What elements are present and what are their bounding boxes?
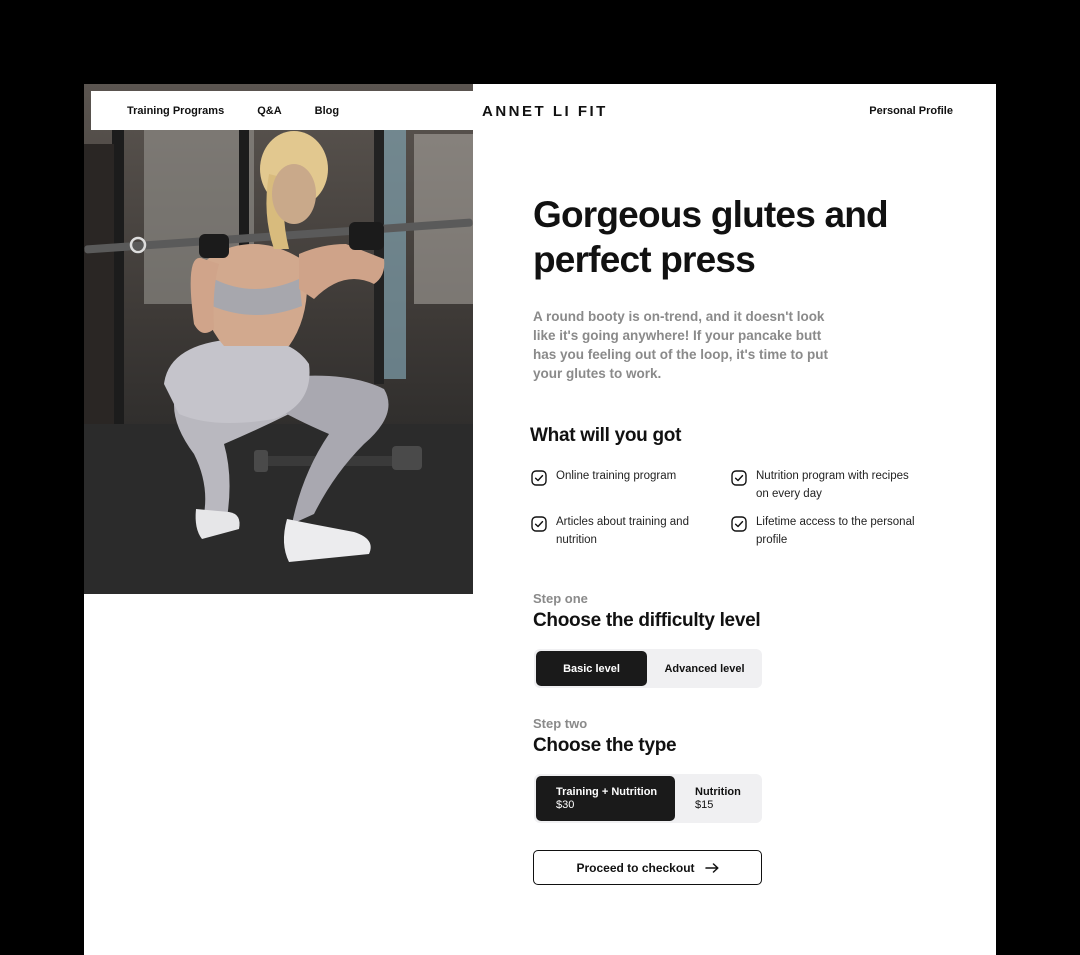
feature-text: Nutrition program with recipes on every … — [756, 470, 909, 500]
proceed-to-checkout-button[interactable]: Proceed to checkout — [533, 850, 762, 885]
personal-profile-link[interactable]: Personal Profile — [869, 105, 953, 117]
feature-item: Nutrition program with recipes on every … — [731, 468, 921, 503]
nav-link-blog[interactable]: Blog — [315, 105, 339, 117]
option-price: $15 — [695, 799, 714, 811]
difficulty-selector: Basic level Advanced level — [534, 649, 762, 688]
type-selector: Training + Nutrition $30 Nutrition $15 — [534, 774, 762, 823]
step-two-title: Choose the type — [533, 735, 677, 756]
check-circle-icon — [531, 470, 547, 486]
training-nutrition-option[interactable]: Training + Nutrition $30 — [536, 776, 675, 821]
page-card: Training Programs Q&A Blog ANNET LI FIT … — [84, 84, 996, 955]
feature-text: Articles about training and nutrition — [556, 516, 689, 546]
page-description: A round booty is on-trend, and it doesn'… — [533, 309, 828, 381]
option-name: Training + Nutrition — [556, 786, 658, 798]
option-price: $30 — [556, 799, 575, 811]
feature-item: Articles about training and nutrition — [531, 514, 701, 549]
hero-photo — [84, 84, 473, 594]
step-one-label: Step one — [533, 591, 588, 606]
page-title: Gorgeous glutes and perfect press — [533, 194, 889, 280]
nav-link-training-programs[interactable]: Training Programs — [127, 105, 224, 117]
nutrition-option[interactable]: Nutrition $15 — [677, 776, 760, 821]
basic-level-option[interactable]: Basic level — [536, 651, 647, 686]
hero-photo-illustration — [84, 124, 473, 594]
feature-text: Online training program — [556, 470, 677, 482]
option-name: Nutrition — [695, 786, 741, 798]
step-two-label: Step two — [533, 716, 588, 731]
check-circle-icon — [731, 470, 747, 486]
arrow-right-icon — [704, 862, 719, 873]
feature-item: Lifetime access to the personal profile — [731, 514, 921, 549]
advanced-level-option[interactable]: Advanced level — [649, 651, 760, 686]
checkout-label: Proceed to checkout — [576, 860, 695, 875]
features-title: What will you got — [530, 425, 682, 446]
step-one-title: Choose the difficulty level — [533, 610, 761, 631]
check-circle-icon — [531, 516, 547, 532]
feature-item: Online training program — [531, 468, 731, 486]
nav-link-qa[interactable]: Q&A — [257, 105, 281, 117]
site-logo[interactable]: ANNET LI FIT — [482, 103, 608, 120]
top-nav: Training Programs Q&A Blog — [91, 91, 473, 130]
feature-text: Lifetime access to the personal profile — [756, 516, 915, 546]
check-circle-icon — [731, 516, 747, 532]
